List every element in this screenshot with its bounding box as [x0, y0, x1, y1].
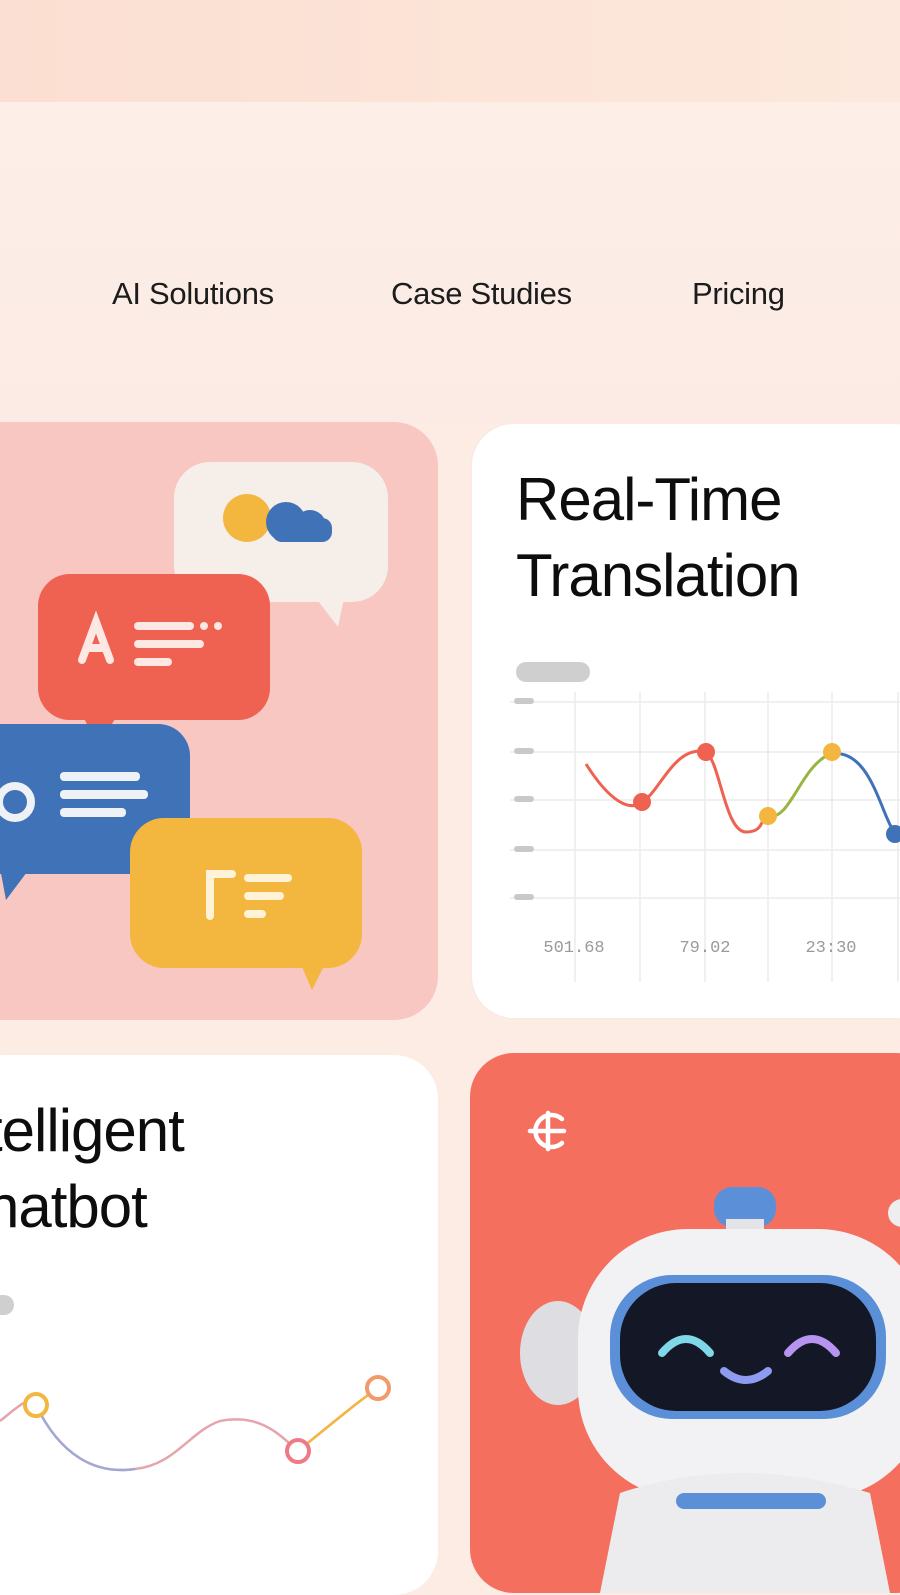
chart-series-blue: [829, 752, 897, 835]
top-banner: [0, 0, 900, 102]
currency-like-logo-icon: [527, 1110, 567, 1152]
robot-visor: [620, 1283, 876, 1411]
robot-body: [600, 1473, 890, 1593]
chatbot-line-chart: [0, 1375, 391, 1472]
chat-feature-card[interactable]: [0, 422, 438, 1020]
chart-series-green: [767, 752, 831, 818]
chart-point: [697, 743, 715, 761]
chart-y-tick-placeholders: [514, 698, 534, 900]
chatbot-series-yellow: [297, 1386, 379, 1452]
navbar: AI Solutions Case Studies Pricing: [0, 102, 900, 422]
chart-point: [23, 1392, 49, 1418]
text-bubble-yellow-icon: [130, 818, 362, 990]
translation-feature-card[interactable]: Real-Time Translation 501.68 79.02 23:30: [470, 422, 900, 1020]
x-tick-label: 79.02: [679, 939, 730, 958]
robot-hand-hint: [888, 1199, 900, 1227]
translation-line-chart: 501.68 79.02 23:30: [510, 692, 900, 982]
chart-point: [823, 743, 841, 761]
x-tick-label: 23:30: [805, 939, 856, 958]
chart-point: [285, 1438, 311, 1464]
chart-point: [886, 825, 900, 843]
x-tick-label: 501.68: [543, 939, 604, 958]
nav-link-ai-solutions[interactable]: AI Solutions: [112, 276, 274, 312]
chatbot-series-line: [0, 1386, 379, 1472]
chart-point: [759, 807, 777, 825]
robot-illustration: [520, 1110, 900, 1593]
chart-series-red: [584, 749, 769, 834]
chatbot-feature-card[interactable]: telligent hatbot: [0, 1055, 438, 1595]
robot-feature-card[interactable]: [470, 1053, 900, 1593]
chat-bubbles-illustration: [0, 462, 388, 990]
chart-point: [633, 793, 651, 811]
chart-point: [365, 1375, 391, 1401]
nav-link-case-studies[interactable]: Case Studies: [391, 276, 572, 312]
nav-link-pricing[interactable]: Pricing: [692, 276, 785, 312]
text-bubble-red-icon: [38, 574, 270, 747]
chatbot-series-blue: [34, 1404, 136, 1472]
